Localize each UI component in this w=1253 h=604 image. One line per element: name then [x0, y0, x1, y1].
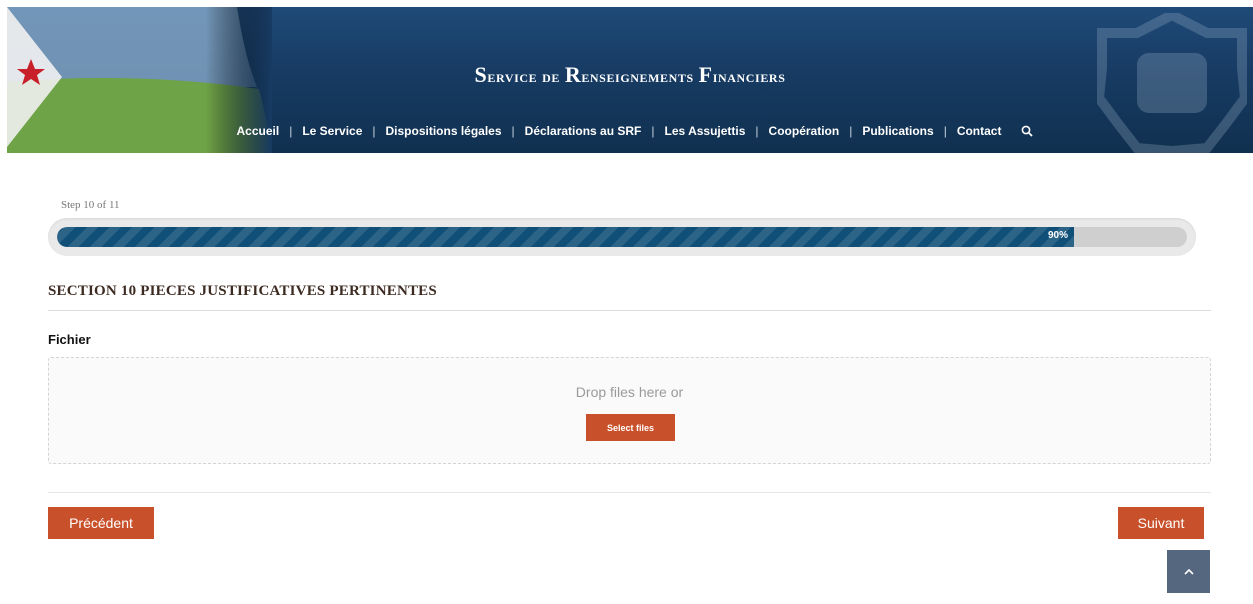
step-indicator: Step 10 of 11 [61, 199, 120, 211]
select-files-button[interactable]: Select files [586, 414, 675, 441]
progress-bar: 90% [48, 218, 1196, 256]
back-to-top-button[interactable] [1167, 550, 1210, 593]
site-title-word: ervice de [487, 67, 565, 86]
progress-percent-label: 90% [1047, 230, 1068, 241]
nav-item-dispositions-l-gales[interactable]: Dispositions légales [376, 124, 512, 138]
nav-item-le-service[interactable]: Le Service [292, 124, 372, 138]
nav-item-d-clarations-au-srf[interactable]: Déclarations au SRF [515, 124, 652, 138]
site-title-word: inanciers [712, 67, 786, 86]
site-title[interactable]: Service de Renseignements Financiers [7, 62, 1253, 88]
nav-item-contact[interactable]: Contact [947, 124, 1012, 138]
previous-button[interactable]: Précédent [48, 507, 154, 539]
site-title-word: enseignements [581, 67, 699, 86]
site-title-initial: F [698, 62, 713, 87]
nav-item-coop-ration[interactable]: Coopération [759, 124, 850, 138]
nav-item-accueil[interactable]: Accueil [227, 124, 290, 138]
site-title-initial: S [474, 62, 488, 87]
dropzone-text: Drop files here or [575, 384, 684, 400]
site-title-initial: R [564, 62, 582, 87]
file-dropzone[interactable]: Drop files here or Select files [48, 357, 1211, 464]
nav-item-publications[interactable]: Publications [852, 124, 943, 138]
progress-track: 90% [57, 227, 1187, 247]
section-title: SECTION 10 PIECES JUSTIFICATIVES PERTINE… [48, 283, 437, 299]
file-field-label: Fichier [48, 332, 91, 347]
nav-item-les-assujettis[interactable]: Les Assujettis [655, 124, 756, 138]
chevron-up-icon [1183, 568, 1194, 575]
site-header: Service de Renseignements Financiers Acc… [7, 7, 1253, 153]
form-footer-divider [48, 492, 1211, 493]
progress-fill: 90% [57, 227, 1074, 247]
section-divider [48, 310, 1211, 311]
main-nav: Accueil | Le Service | Dispositions légales |… [7, 124, 1253, 138]
next-button[interactable]: Suivant [1118, 507, 1204, 539]
search-icon[interactable] [1021, 125, 1034, 137]
